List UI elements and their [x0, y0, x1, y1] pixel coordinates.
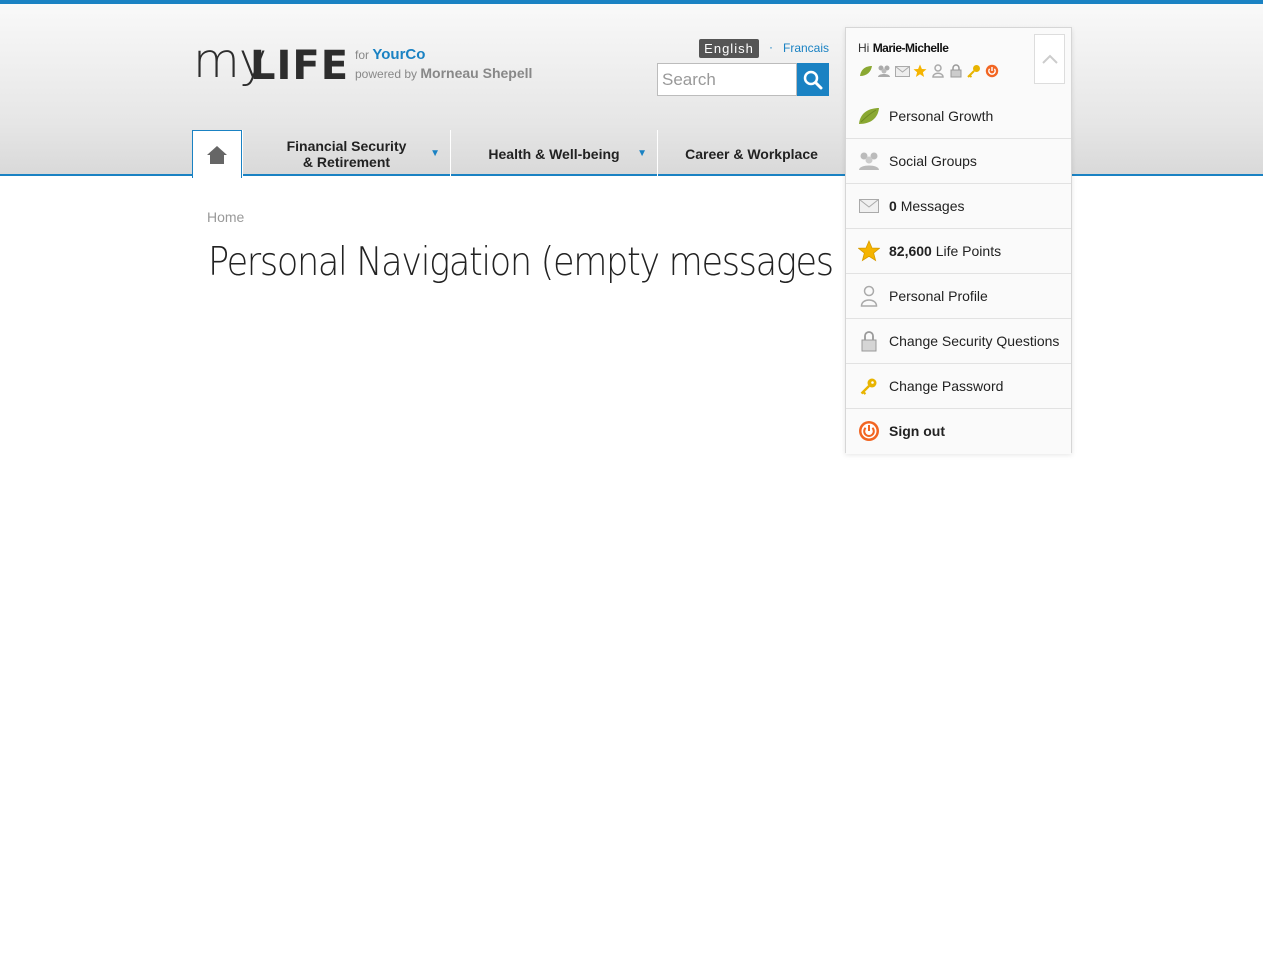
menu-item-label: Social Groups	[889, 153, 977, 169]
nav-tab-financial[interactable]: Financial Security & Retirement ▼	[242, 130, 450, 178]
search-icon	[803, 70, 823, 89]
language-francais-link[interactable]: Francais	[783, 41, 829, 55]
messages-count: 0	[889, 198, 897, 214]
page-title: Personal Navigation (empty messages stat…	[208, 240, 938, 285]
lock-icon	[858, 330, 880, 352]
company-name: YourCo	[372, 46, 426, 63]
logo-life: LIFE	[250, 43, 350, 89]
nav-tab-career[interactable]: Career & Workplace	[657, 130, 845, 178]
key-icon	[858, 375, 880, 397]
chevron-down-icon[interactable]: ▼	[637, 148, 647, 159]
person-icon[interactable]	[930, 63, 946, 79]
menu-item-personal-profile[interactable]: Personal Profile	[846, 274, 1071, 319]
nav-home-tab[interactable]	[192, 130, 242, 178]
greeting-text: Hi	[858, 41, 870, 55]
person-icon	[858, 285, 880, 307]
menu-item-label: Change Password	[889, 378, 1004, 394]
menu-item-change-password[interactable]: Change Password	[846, 364, 1071, 409]
nav-tab-health-label: Health & Well-being	[488, 146, 620, 162]
user-name: Marie-Michelle	[872, 41, 949, 55]
lock-icon[interactable]	[948, 63, 964, 79]
menu-item-label: Change Security Questions	[889, 333, 1060, 349]
user-greeting: Hi Marie-Michelle	[858, 41, 949, 55]
life-points-value: 82,600	[889, 243, 932, 259]
menu-item-label: 0 Messages	[889, 198, 965, 214]
key-icon[interactable]	[966, 63, 982, 79]
menu-item-label: 82,600 Life Points	[889, 243, 1001, 259]
star-icon	[858, 240, 880, 262]
site-header: my LIFE for YourCo powered by Morneau Sh…	[0, 4, 1263, 178]
chevron-down-icon[interactable]: ▼	[430, 148, 440, 159]
menu-item-label: Personal Growth	[889, 108, 994, 124]
envelope-icon[interactable]	[894, 63, 910, 79]
search-input[interactable]: Search	[657, 63, 797, 96]
quick-icons	[858, 63, 1000, 79]
life-points-label: Life Points	[935, 243, 1002, 259]
house-icon	[207, 145, 227, 164]
menu-item-social-groups[interactable]: Social Groups	[846, 139, 1071, 184]
nav-tab-health[interactable]: Health & Well-being ▼	[450, 130, 657, 178]
personal-nav-panel: Hi Marie-Michelle Personal Growth Social…	[845, 27, 1072, 454]
nav-tab-financial-line2: & Retirement	[302, 154, 391, 170]
menu-item-messages[interactable]: 0 Messages	[846, 184, 1071, 229]
leaf-icon	[858, 105, 880, 127]
collapse-panel-button[interactable]	[1034, 34, 1065, 84]
breadcrumb-home[interactable]: Home	[207, 209, 244, 225]
menu-item-life-points[interactable]: 82,600 Life Points	[846, 229, 1071, 274]
breadcrumb[interactable]: Home	[207, 209, 244, 225]
panel-header: Hi Marie-Michelle	[846, 28, 1071, 95]
people-icon[interactable]	[876, 63, 892, 79]
for-text: for	[355, 48, 370, 62]
people-icon	[858, 150, 880, 172]
menu-item-label: Sign out	[889, 423, 945, 439]
chevron-up-icon	[1041, 54, 1058, 64]
for-company-line: for YourCo	[355, 46, 425, 63]
nav-tab-financial-line1: Financial Security	[286, 138, 407, 154]
menu-item-security-questions[interactable]: Change Security Questions	[846, 319, 1071, 364]
menu-item-sign-out[interactable]: Sign out	[846, 409, 1071, 454]
power-icon	[858, 420, 880, 442]
language-separator: ·	[769, 40, 773, 54]
nav-tab-career-label: Career & Workplace	[685, 146, 818, 162]
envelope-icon	[858, 195, 880, 217]
language-english[interactable]: English	[699, 39, 759, 58]
star-icon[interactable]	[912, 63, 928, 79]
powered-by-line: powered by Morneau Shepell	[355, 65, 532, 81]
powered-company: Morneau Shepell	[420, 65, 533, 81]
search-button[interactable]	[797, 63, 829, 96]
menu-item-personal-growth[interactable]: Personal Growth	[846, 94, 1071, 139]
menu-item-label: Personal Profile	[889, 288, 988, 304]
powered-text: powered by	[355, 67, 418, 81]
power-icon[interactable]	[984, 63, 1000, 79]
leaf-icon[interactable]	[858, 63, 874, 79]
messages-label: Messages	[900, 198, 965, 214]
